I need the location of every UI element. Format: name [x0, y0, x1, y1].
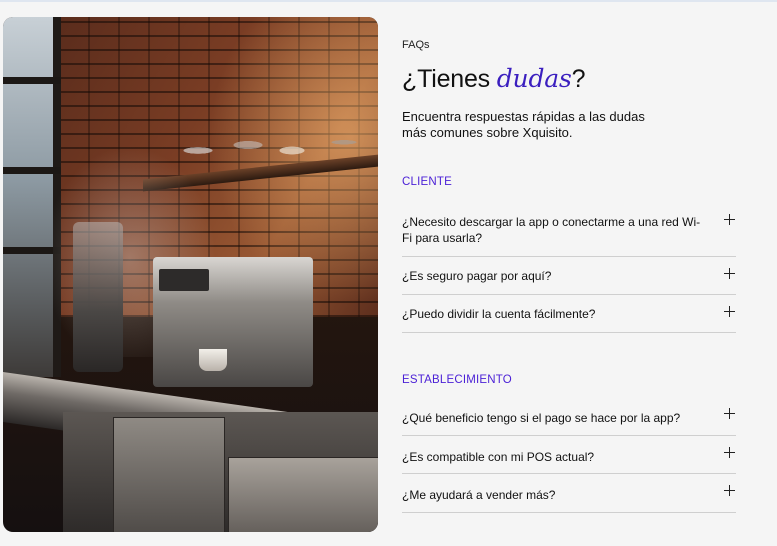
faq-heading: ¿Tienes dudas? — [402, 64, 585, 94]
coffee-grinder — [73, 222, 123, 372]
faq-item[interactable]: ¿Es compatible con mi POS actual? — [402, 436, 736, 474]
section-title-establecimiento: ESTABLECIMIENTO — [402, 374, 512, 386]
plus-icon[interactable] — [724, 485, 736, 497]
section-title-cliente: CLIENTE — [402, 176, 452, 188]
drawer — [113, 417, 225, 532]
faq-item[interactable]: ¿Es seguro pagar por aquí? — [402, 257, 736, 295]
hero-photo — [3, 17, 378, 532]
top-border — [0, 0, 777, 2]
plus-icon[interactable] — [724, 447, 736, 459]
machine-panel — [159, 269, 209, 291]
faq-question: ¿Es compatible con mi POS actual? — [402, 450, 595, 464]
heading-prefix: ¿Tienes — [402, 65, 497, 93]
drawer — [228, 457, 378, 532]
faq-item[interactable]: ¿Qué beneficio tengo si el pago se hace … — [402, 398, 736, 436]
espresso-machine — [153, 257, 313, 387]
faq-question: ¿Qué beneficio tengo si el pago se hace … — [402, 411, 681, 425]
faq-list-establecimiento: ¿Qué beneficio tengo si el pago se hace … — [402, 398, 736, 513]
faq-intro: Encuentra respuestas rápidas a las dudas… — [402, 109, 645, 140]
plus-icon[interactable] — [724, 268, 736, 280]
faq-question: ¿Es seguro pagar por aquí? — [402, 269, 552, 283]
faq-question: ¿Me ayudará a vender más? — [402, 488, 556, 502]
plus-icon[interactable] — [724, 408, 736, 420]
plus-icon[interactable] — [724, 306, 736, 318]
heading-suffix: ? — [571, 65, 586, 93]
coffee-cup — [199, 349, 227, 371]
faq-eyebrow: FAQs — [402, 39, 430, 51]
faq-item[interactable]: ¿Puedo dividir la cuenta fácilmente? — [402, 295, 736, 333]
heading-accent: dudas — [496, 64, 572, 93]
plus-icon[interactable] — [724, 214, 736, 226]
faq-list-cliente: ¿Necesito descargar la app o conectarme … — [402, 207, 736, 333]
window-mullion — [3, 77, 61, 84]
faq-question: ¿Puedo dividir la cuenta fácilmente? — [402, 307, 596, 321]
faq-question: ¿Necesito descargar la app o conectarme … — [402, 215, 701, 245]
faq-item[interactable]: ¿Me ayudará a vender más? — [402, 474, 736, 513]
faq-item[interactable]: ¿Necesito descargar la app o conectarme … — [402, 207, 736, 257]
